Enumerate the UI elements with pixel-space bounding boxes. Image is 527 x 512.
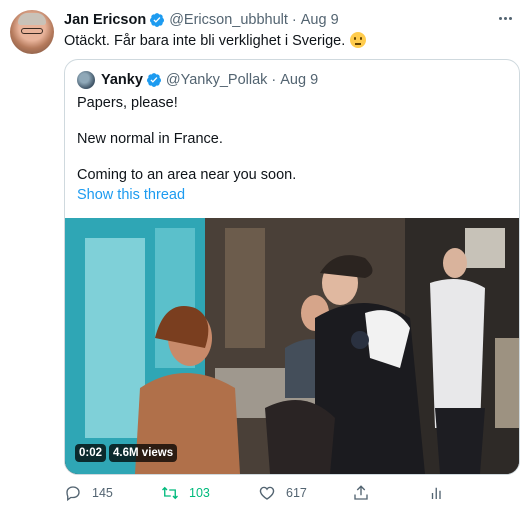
quoted-header: Yanky @Yanky_Pollak · Aug 9 [77,71,318,89]
more-options-icon[interactable] [494,10,516,26]
slightly-frowning-face-icon [350,32,367,48]
verified-badge-icon [150,13,165,27]
share-icon [354,485,368,500]
quoted-text: Papers, please! New normal in France. Co… [77,94,296,202]
quoted-author-handle: @Yanky_Pollak [165,72,268,88]
separator-dot: · [271,72,277,88]
quoted-author-avatar [77,71,95,89]
author-name[interactable]: Jan Ericson [64,12,146,28]
verified-badge-icon [146,73,161,87]
separator-dot: · [291,12,297,28]
quoted-author-name: Yanky [101,72,143,88]
author-avatar[interactable] [10,10,54,54]
quoted-date: Aug 9 [280,72,319,88]
analytics-button[interactable] [428,484,456,502]
retweet-icon [162,486,178,500]
show-thread-link[interactable]: Show this thread [77,187,185,203]
video-player[interactable]: 0:02 4.6M views [65,218,519,474]
author-handle[interactable]: @Ericson_ubbhult [169,12,288,28]
reply-icon [66,486,80,502]
like-button[interactable]: 617 [258,484,307,502]
reply-count: 145 [92,486,113,500]
analytics-icon [431,487,441,499]
tweet[interactable]: Jan Ericson @Ericson_ubbhult · Aug 9 Otä… [0,0,527,512]
avatar-hair [18,13,46,25]
tweet-date[interactable]: Aug 9 [301,12,339,28]
video-views: 4.6M views [109,444,178,462]
quoted-line: New normal in France. [77,131,223,147]
quoted-line: Coming to an area near you soon. [77,167,297,183]
quoted-line: Papers, please! [77,95,178,111]
tweet-header: Jan Ericson @Ericson_ubbhult · Aug 9 [64,11,339,29]
video-badge: 0:02 4.6M views [75,444,178,462]
like-count: 617 [286,486,307,500]
retweet-count: 103 [189,486,210,500]
heart-icon [259,486,275,500]
retweet-button[interactable]: 103 [161,484,210,502]
reply-button[interactable]: 145 [64,484,113,502]
tweet-text-content: Otäckt. Får bara inte bli verklighet i S… [64,33,346,49]
tweet-text: Otäckt. Får bara inte bli verklighet i S… [64,32,367,49]
video-duration: 0:02 [75,444,107,462]
share-button[interactable] [352,484,380,502]
video-thumbnail [65,218,519,474]
action-bar: 145 103 617 [64,484,524,504]
avatar-glasses [21,28,43,34]
quoted-tweet[interactable]: Yanky @Yanky_Pollak · Aug 9 Papers, plea… [64,59,520,475]
